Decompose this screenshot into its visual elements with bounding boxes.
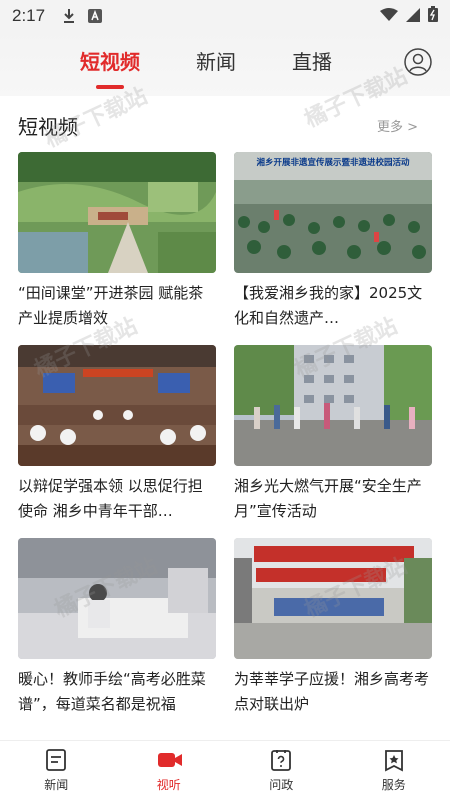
app-a-icon (87, 8, 103, 24)
video-title: “田间课堂”开进茶园 赋能茶产业提质增效 (18, 284, 204, 327)
video-card[interactable]: 暖心！教师手绘“高考必胜菜谱”，每道菜名都是祝福 (18, 538, 216, 717)
video-title: 【我爱湘乡我的家】2025文化和自然遗产… (234, 284, 423, 327)
nav-news[interactable]: 新闻 (16, 748, 96, 793)
top-tabs: 短视频 新闻 直播 (80, 46, 332, 89)
nav-label: 问政 (269, 778, 294, 792)
nav-label: 视听 (156, 778, 181, 792)
section-title: 短视频 (18, 114, 78, 139)
video-card[interactable]: 湘乡开展非遗宣传展示暨非遗进校园活动 【我爱湘乡我的家】2025文化和自然遗产… (234, 152, 432, 331)
nav-label: 服务 (381, 778, 406, 792)
question-icon (269, 748, 293, 772)
video-thumbnail (18, 538, 216, 659)
top-header: 短视频 新闻 直播 (0, 32, 450, 96)
status-bar: 2:17 (0, 0, 450, 32)
news-icon (44, 748, 68, 772)
video-thumbnail: 湘乡开展非遗宣传展示暨非遗进校园活动 (234, 152, 432, 273)
video-thumbnail (18, 152, 216, 273)
tab-short-video[interactable]: 短视频 (80, 46, 140, 89)
more-link[interactable]: 更多 > (377, 116, 418, 135)
video-card[interactable]: 以辩促学强本领 以思促行担使命 湘乡中青年干部… (18, 345, 216, 524)
video-title: 暖心！教师手绘“高考必胜菜谱”，每道菜名都是祝福 (18, 670, 206, 713)
wifi-icon (380, 7, 398, 26)
battery-icon (428, 6, 438, 26)
download-icon (61, 8, 77, 24)
video-title: 为莘莘学子应援！湘乡高考考点对联出炉 (234, 670, 430, 713)
video-banner: 湘乡开展非遗宣传展示暨非遗进校园活动 (256, 158, 410, 168)
nav-inquiry[interactable]: 问政 (241, 748, 321, 793)
video-thumbnail (18, 345, 216, 466)
signal-icon (406, 7, 420, 26)
video-card[interactable]: 湘乡光大燃气开展“安全生产月”宣传活动 (234, 345, 432, 524)
video-title: 湘乡光大燃气开展“安全生产月”宣传活动 (234, 477, 422, 520)
bottom-nav: 新闻 视听 问政 服务 (0, 740, 450, 800)
service-icon (382, 748, 406, 772)
video-thumbnail (234, 538, 432, 659)
video-card[interactable]: “田间课堂”开进茶园 赋能茶产业提质增效 (18, 152, 216, 331)
user-avatar-icon[interactable] (404, 48, 432, 76)
nav-video[interactable]: 视听 (129, 748, 209, 793)
nav-service[interactable]: 服务 (354, 748, 434, 793)
section-header: 短视频 更多 > (18, 110, 418, 140)
video-title: 以辩促学强本领 以思促行担使命 湘乡中青年干部… (18, 477, 203, 520)
tab-news[interactable]: 新闻 (196, 46, 236, 75)
video-grid: “田间课堂”开进茶园 赋能茶产业提质增效 湘乡开展非遗宣传展示暨非遗进校园活动 … (18, 152, 432, 717)
status-time: 2:17 (12, 6, 46, 25)
video-card[interactable]: 为莘莘学子应援！湘乡高考考点对联出炉 (234, 538, 432, 717)
tab-live[interactable]: 直播 (292, 46, 332, 75)
nav-label: 新闻 (44, 778, 69, 792)
video-thumbnail (234, 345, 432, 466)
video-icon (157, 748, 182, 772)
